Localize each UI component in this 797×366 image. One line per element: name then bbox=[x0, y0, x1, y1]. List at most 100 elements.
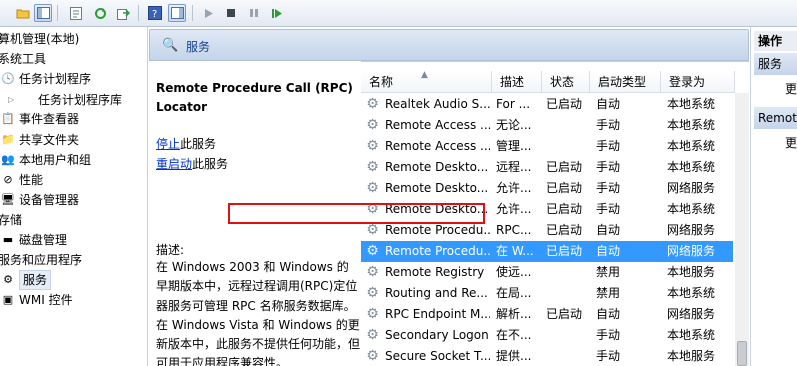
description-label: 描述: bbox=[156, 243, 185, 257]
device-manager-icon: 🖥 bbox=[1, 193, 15, 206]
tree-item-storage[interactable]: 存储 bbox=[0, 211, 22, 229]
cell-status: 已启动 bbox=[546, 307, 583, 321]
cell-desc: 提供... bbox=[496, 349, 532, 363]
cell-desc: 允许... bbox=[496, 202, 532, 216]
expand-arrow-icon[interactable]: ▷ bbox=[8, 95, 14, 104]
service-name: Remote Procedure Call (RPC) Locator bbox=[156, 81, 353, 114]
scrollbar-thumb[interactable] bbox=[737, 341, 747, 366]
restart-action: 重启动此服务 bbox=[156, 155, 228, 174]
cell-startup: 禁用 bbox=[596, 286, 621, 300]
table-row[interactable]: ⚙ Remote Procedu... 在 W... 已启动 自动 网络服务 bbox=[361, 241, 733, 262]
toolbar: ? bbox=[0, 0, 797, 27]
table-row[interactable]: ⚙ Remote Deskto... 允许... 已启动 手动 网络服务 bbox=[361, 178, 733, 199]
table-row[interactable]: ⚙ RPC Endpoint M... 解析... 已启动 自动 网络服务 bbox=[361, 304, 733, 325]
column-header-status[interactable]: 状态 bbox=[542, 71, 590, 93]
help-icon[interactable]: ? bbox=[146, 4, 164, 22]
tree-item-task-scheduler[interactable]: 🕓 任务计划程序 bbox=[0, 70, 91, 88]
tree-label: 任务计划程序库 bbox=[38, 93, 123, 107]
disk-icon: ▬ bbox=[2, 233, 14, 246]
cell-name: Remote Registry bbox=[385, 265, 485, 279]
stop-action: 停止此服务 bbox=[156, 135, 216, 154]
cell-name: RPC Endpoint M... bbox=[385, 307, 490, 321]
tree-label: 算机管理(本地) bbox=[0, 32, 80, 46]
cell-logon: 本地系统 bbox=[667, 202, 716, 216]
pause-icon[interactable] bbox=[245, 4, 263, 22]
table-row[interactable]: ⚙ Remote Procedu... RPC... 已启动 自动 网络服务 bbox=[361, 220, 733, 241]
services-pane: 🔍 服务 Remote Procedure Call (RPC) Locator… bbox=[149, 27, 749, 366]
tree-label: 事件查看器 bbox=[19, 112, 80, 126]
vertical-scrollbar[interactable] bbox=[735, 93, 749, 366]
restart-suffix: 此服务 bbox=[192, 157, 229, 171]
cell-logon: 本地系统 bbox=[667, 160, 716, 174]
column-header-logon-as[interactable]: 登录为 bbox=[661, 71, 735, 93]
tree-item-wmi-control[interactable]: ▣ WMI 控件 bbox=[0, 291, 73, 309]
column-header-description[interactable]: 描述 bbox=[492, 71, 542, 93]
tree-item-services[interactable]: ⚙ 服务 bbox=[0, 270, 52, 290]
cell-desc: 在 W... bbox=[496, 244, 534, 258]
cell-logon: 网络服务 bbox=[667, 307, 716, 321]
column-header-startup-type[interactable]: 启动类型 bbox=[590, 71, 661, 93]
table-row[interactable]: ⚙ Secure Socket T... 提供... 手动 本地服务 bbox=[361, 346, 733, 366]
export-icon[interactable] bbox=[114, 4, 132, 22]
show-action-pane-icon[interactable] bbox=[168, 4, 186, 22]
actions-pane: 操作 服务 更 Remot 更 bbox=[750, 27, 797, 366]
tree-item-event-viewer[interactable]: 📋 事件查看器 bbox=[0, 110, 79, 128]
tree-item-computer-management[interactable]: 算机管理(本地) bbox=[0, 30, 79, 48]
table-row[interactable]: ⚙ Remote Deskto... 远程... 已启动 手动 本地系统 bbox=[361, 157, 733, 178]
more-actions-link[interactable]: 更 bbox=[785, 134, 797, 151]
table-row[interactable]: ⚙ Remote Deskto... 允许... 已启动 手动 本地系统 bbox=[361, 199, 733, 220]
service-gear-icon: ⚙ bbox=[366, 96, 379, 112]
cell-startup: 自动 bbox=[596, 223, 621, 237]
tree-item-local-users-groups[interactable]: 👥 本地用户和组 bbox=[0, 151, 91, 169]
cell-desc: 在局... bbox=[496, 286, 532, 300]
tree-label: 性能 bbox=[19, 173, 44, 187]
pane-header: 🔍 服务 bbox=[149, 29, 749, 61]
tree-item-device-manager[interactable]: 🖥 设备管理器 bbox=[0, 191, 79, 209]
actions-section-selected-service[interactable]: Remot bbox=[754, 107, 797, 129]
cell-status: 已启动 bbox=[546, 223, 583, 237]
tree-item-services-applications[interactable]: 服务和应用程序 bbox=[0, 251, 82, 269]
tree-label: 本地用户和组 bbox=[19, 153, 92, 167]
cell-logon: 网络服务 bbox=[667, 181, 716, 195]
column-header-name[interactable]: ▲ 名称 bbox=[361, 70, 492, 93]
folder-up-icon[interactable] bbox=[14, 4, 32, 22]
service-gear-icon: ⚙ bbox=[366, 306, 379, 322]
stop-icon[interactable] bbox=[222, 4, 240, 22]
cell-startup: 手动 bbox=[596, 139, 621, 153]
cell-logon: 本地系统 bbox=[667, 97, 716, 111]
tree-item-shared-folders[interactable]: 📁 共享文件夹 bbox=[0, 131, 79, 149]
cell-logon: 本地服务 bbox=[667, 349, 716, 363]
cell-logon: 本地系统 bbox=[667, 139, 716, 153]
play-icon[interactable] bbox=[200, 4, 218, 22]
table-row[interactable]: ⚙ Realtek Audio S... For ... 已启动 自动 本地系统 bbox=[361, 94, 733, 115]
restart-link[interactable]: 重启动 bbox=[156, 157, 192, 171]
cell-status: 已启动 bbox=[546, 202, 583, 216]
resume-icon[interactable] bbox=[268, 4, 286, 22]
cell-startup: 手动 bbox=[596, 328, 621, 342]
show-hide-tree-icon[interactable] bbox=[34, 4, 52, 22]
tree-item-system-tools[interactable]: 系统工具 bbox=[0, 50, 46, 68]
more-actions-link[interactable]: 更 bbox=[785, 80, 797, 97]
properties-icon[interactable] bbox=[67, 4, 85, 22]
cell-startup: 手动 bbox=[596, 160, 621, 174]
tree-item-performance[interactable]: ⊘ 性能 bbox=[0, 171, 43, 189]
table-row[interactable]: ⚙ Routing and Re... 在局... 禁用 本地系统 bbox=[361, 283, 733, 304]
refresh-icon[interactable] bbox=[91, 4, 109, 22]
actions-section-services[interactable]: 服务 bbox=[754, 53, 797, 75]
cell-name: Remote Deskto... bbox=[385, 202, 489, 216]
cell-desc: 远程... bbox=[496, 160, 532, 174]
stop-link[interactable]: 停止 bbox=[156, 137, 180, 151]
tree-label: WMI 控件 bbox=[19, 293, 73, 307]
table-row[interactable]: ⚙ Secondary Logon 在不... 手动 本地系统 bbox=[361, 325, 733, 346]
table-row[interactable]: ⚙ Remote Registry 使远... 禁用 本地服务 bbox=[361, 262, 733, 283]
cell-startup: 自动 bbox=[596, 307, 621, 321]
cell-logon: 网络服务 bbox=[667, 244, 716, 258]
tree-item-task-scheduler-library[interactable]: 任务计划程序库 bbox=[38, 91, 122, 109]
cell-desc: 允许... bbox=[496, 181, 532, 195]
cell-desc: 在不... bbox=[496, 328, 532, 342]
tree-label: 存储 bbox=[0, 213, 23, 227]
cell-name: Routing and Re... bbox=[385, 286, 488, 300]
tree-item-disk-management[interactable]: ▬ 磁盘管理 bbox=[0, 231, 67, 249]
table-row[interactable]: ⚙ Remote Access ... 无论... 手动 本地系统 bbox=[361, 115, 733, 136]
table-row[interactable]: ⚙ Remote Access ... 管理... 手动 本地系统 bbox=[361, 136, 733, 157]
